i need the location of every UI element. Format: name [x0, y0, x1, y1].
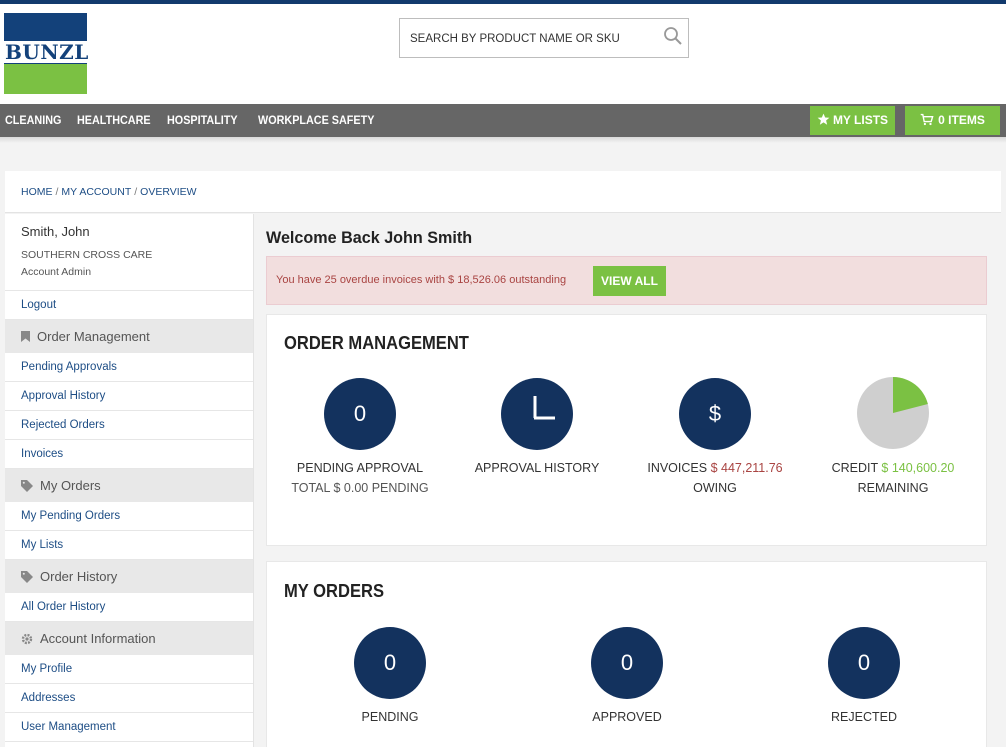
sidebar-heading-order-history: Order History — [5, 560, 253, 593]
nav-shadow — [0, 137, 1006, 143]
invoices-button[interactable]: $ — [679, 378, 751, 450]
sidebar-item-invoices[interactable]: Invoices — [5, 440, 253, 469]
breadcrumb-home[interactable]: HOME — [21, 186, 53, 198]
cart-button[interactable]: 0 ITEMS — [905, 106, 1000, 135]
account-sidebar: Smith, John SOUTHERN CROSS CARE Account … — [5, 214, 254, 747]
invoices-stat: INVOICES $ 447,211.76 OWING — [615, 458, 815, 498]
invoices-label: INVOICES — [647, 461, 708, 475]
header: BUNZL — [0, 4, 1006, 104]
pending-orders-label: PENDING — [361, 710, 419, 724]
invoices-amount: $ 447,211.76 — [710, 461, 783, 475]
nav-cleaning[interactable]: CLEANING — [5, 104, 61, 137]
breadcrumb: HOME / MY ACCOUNT / OVERVIEW — [5, 171, 1001, 213]
breadcrumb-overview: OVERVIEW — [140, 186, 197, 199]
my-lists-button[interactable]: MY LISTS — [810, 106, 895, 135]
logo-text: BUNZL — [4, 40, 89, 64]
overdue-message: You have 25 overdue invoices with $ 18,5… — [276, 274, 567, 286]
approval-history-label: APPROVAL HISTORY — [474, 461, 600, 475]
sidebar-heading-order-management: Order Management — [5, 320, 253, 353]
credit-remaining-label: REMAINING — [857, 481, 929, 495]
my-orders-title: MY ORDERS — [284, 581, 384, 601]
user-summary: Smith, John SOUTHERN CROSS CARE Account … — [5, 214, 253, 291]
user-organization: SOUTHERN CROSS CARE — [21, 249, 153, 261]
main-nav: CLEANING HEALTHCARE HOSPITALITY WORKPLAC… — [0, 104, 1006, 137]
sidebar-item-my-profile[interactable]: My Profile — [5, 655, 253, 684]
my-orders-panel: MY ORDERS 0 PENDING 0 APPROVED 0 REJECTE… — [266, 561, 987, 747]
sidebar-heading-my-orders: My Orders — [5, 469, 253, 502]
sidebar-heading-account-information: Account Information — [5, 622, 253, 655]
credit-amount: $ 140,600.20 — [881, 461, 955, 475]
overdue-alert: You have 25 overdue invoices with $ 18,5… — [266, 256, 987, 305]
pending-orders-count[interactable]: 0 — [354, 627, 426, 699]
view-all-button[interactable]: VIEW ALL — [593, 266, 666, 296]
credit-pie-chart — [857, 377, 929, 449]
nav-healthcare[interactable]: HEALTHCARE — [77, 104, 151, 137]
search-box — [399, 18, 689, 58]
gear-icon — [21, 633, 33, 644]
invoices-owing-label: OWING — [693, 481, 737, 495]
sidebar-item-my-pending-orders[interactable]: My Pending Orders — [5, 502, 253, 531]
order-management-title: ORDER MANAGEMENT — [284, 333, 469, 353]
pending-approval-label: PENDING APPROVAL — [296, 461, 424, 475]
sidebar-item-all-order-history[interactable]: All Order History — [5, 593, 253, 622]
breadcrumb-my-account[interactable]: MY ACCOUNT — [61, 186, 131, 198]
dollar-icon: $ — [708, 401, 722, 426]
search-input[interactable] — [410, 29, 650, 49]
pending-approval-stat: PENDING APPROVAL TOTAL $ 0.00 PENDING — [260, 458, 460, 498]
tag-icon — [21, 479, 33, 492]
nav-hospitality[interactable]: HOSPITALITY — [167, 104, 238, 137]
pending-approval-total: TOTAL $ 0.00 PENDING — [291, 481, 429, 495]
pending-approval-count[interactable]: 0 — [324, 378, 396, 450]
order-management-panel: ORDER MANAGEMENT 0 PENDING APPROVAL TOTA… — [266, 314, 987, 546]
rejected-orders-label: REJECTED — [831, 710, 897, 724]
approved-orders-label: APPROVED — [592, 710, 662, 724]
sidebar-item-user-management[interactable]: User Management — [5, 713, 253, 742]
cart-icon — [920, 113, 934, 125]
credit-label: CREDIT — [831, 461, 878, 475]
sidebar-item-pending-approvals[interactable]: Pending Approvals — [5, 353, 253, 382]
approved-orders-count[interactable]: 0 — [591, 627, 663, 699]
search-icon[interactable] — [663, 26, 683, 46]
sidebar-item-approval-history[interactable]: Approval History — [5, 382, 253, 411]
welcome-heading: Welcome Back John Smith — [266, 228, 473, 247]
bookmark-icon — [21, 331, 30, 343]
bunzl-logo[interactable]: BUNZL — [4, 13, 89, 94]
user-role: Account Admin — [21, 266, 92, 278]
credit-stat: CREDIT $ 140,600.20 REMAINING — [793, 458, 993, 498]
sidebar-item-rejected-orders[interactable]: Rejected Orders — [5, 411, 253, 440]
nav-workplace-safety[interactable]: WORKPLACE SAFETY — [258, 104, 374, 137]
sidebar-item-my-lists[interactable]: My Lists — [5, 531, 253, 560]
approval-history-button[interactable] — [501, 378, 573, 450]
sidebar-item-addresses[interactable]: Addresses — [5, 684, 253, 713]
tag-icon — [21, 570, 33, 583]
rejected-orders-count[interactable]: 0 — [828, 627, 900, 699]
overview-main: Welcome Back John Smith You have 25 over… — [266, 214, 1006, 747]
user-name: Smith, John — [21, 224, 90, 239]
approval-history-stat: APPROVAL HISTORY — [437, 458, 637, 478]
clock-icon — [533, 396, 555, 420]
star-icon — [817, 113, 830, 125]
logout-link[interactable]: Logout — [5, 291, 253, 320]
